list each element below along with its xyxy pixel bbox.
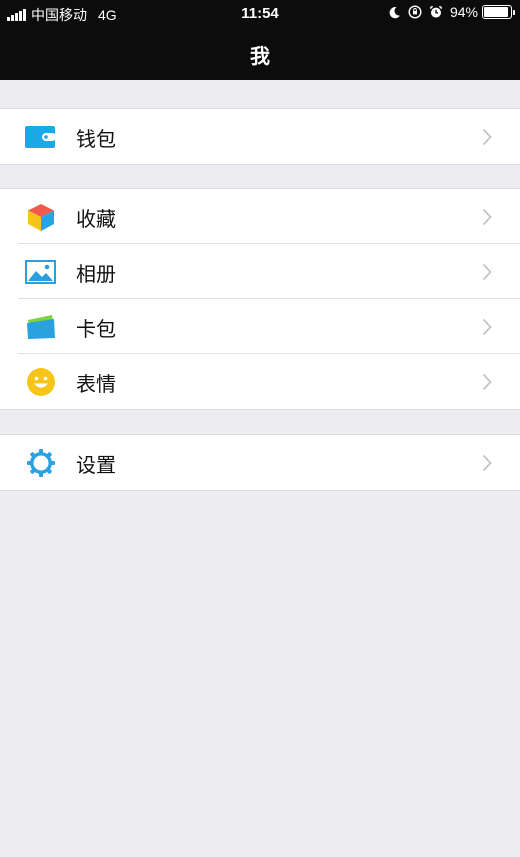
chevron-right-icon (480, 371, 494, 393)
menu-group-settings: 设置 (0, 434, 520, 491)
menu-item-favorites[interactable]: 收藏 (0, 189, 520, 244)
menu-item-card-pack[interactable]: 卡包 (0, 299, 520, 354)
alarm-icon (429, 5, 443, 19)
menu-group-content: 收藏 相册 卡包 表情 (0, 188, 520, 410)
chevron-right-icon (480, 261, 494, 283)
menu-item-settings[interactable]: 设置 (0, 435, 520, 490)
chevron-right-icon (480, 452, 494, 474)
settings-gear-icon (25, 447, 56, 478)
favorites-cube-icon (25, 201, 56, 232)
orientation-lock-icon (408, 5, 422, 19)
chevron-right-icon (480, 316, 494, 338)
menu-item-label: 收藏 (76, 207, 116, 231)
menu-item-label: 钱包 (76, 127, 116, 151)
menu-item-emoji[interactable]: 表情 (0, 354, 520, 409)
menu-item-label: 卡包 (76, 317, 116, 341)
page-title: 我 (250, 44, 270, 68)
chevron-right-icon (480, 126, 494, 148)
status-right: 94% (388, 4, 515, 20)
wallet-icon (25, 121, 56, 152)
menu-item-wallet[interactable]: 钱包 (0, 109, 520, 164)
battery-icon (482, 5, 515, 19)
menu-item-label: 相册 (76, 262, 116, 286)
status-bar: 中国移动 4G 11:54 94% (0, 0, 520, 27)
chevron-right-icon (480, 206, 494, 228)
navigation-bar: 我 (0, 27, 520, 80)
menu-group-wallet: 钱包 (0, 108, 520, 165)
menu-item-album[interactable]: 相册 (0, 244, 520, 299)
moon-icon (388, 6, 401, 19)
menu-item-label: 设置 (76, 453, 116, 477)
battery-percent: 94% (449, 4, 478, 20)
menu-item-label: 表情 (76, 372, 116, 396)
card-pack-icon (25, 311, 56, 342)
emoji-face-icon (25, 366, 56, 397)
album-icon (25, 256, 56, 287)
